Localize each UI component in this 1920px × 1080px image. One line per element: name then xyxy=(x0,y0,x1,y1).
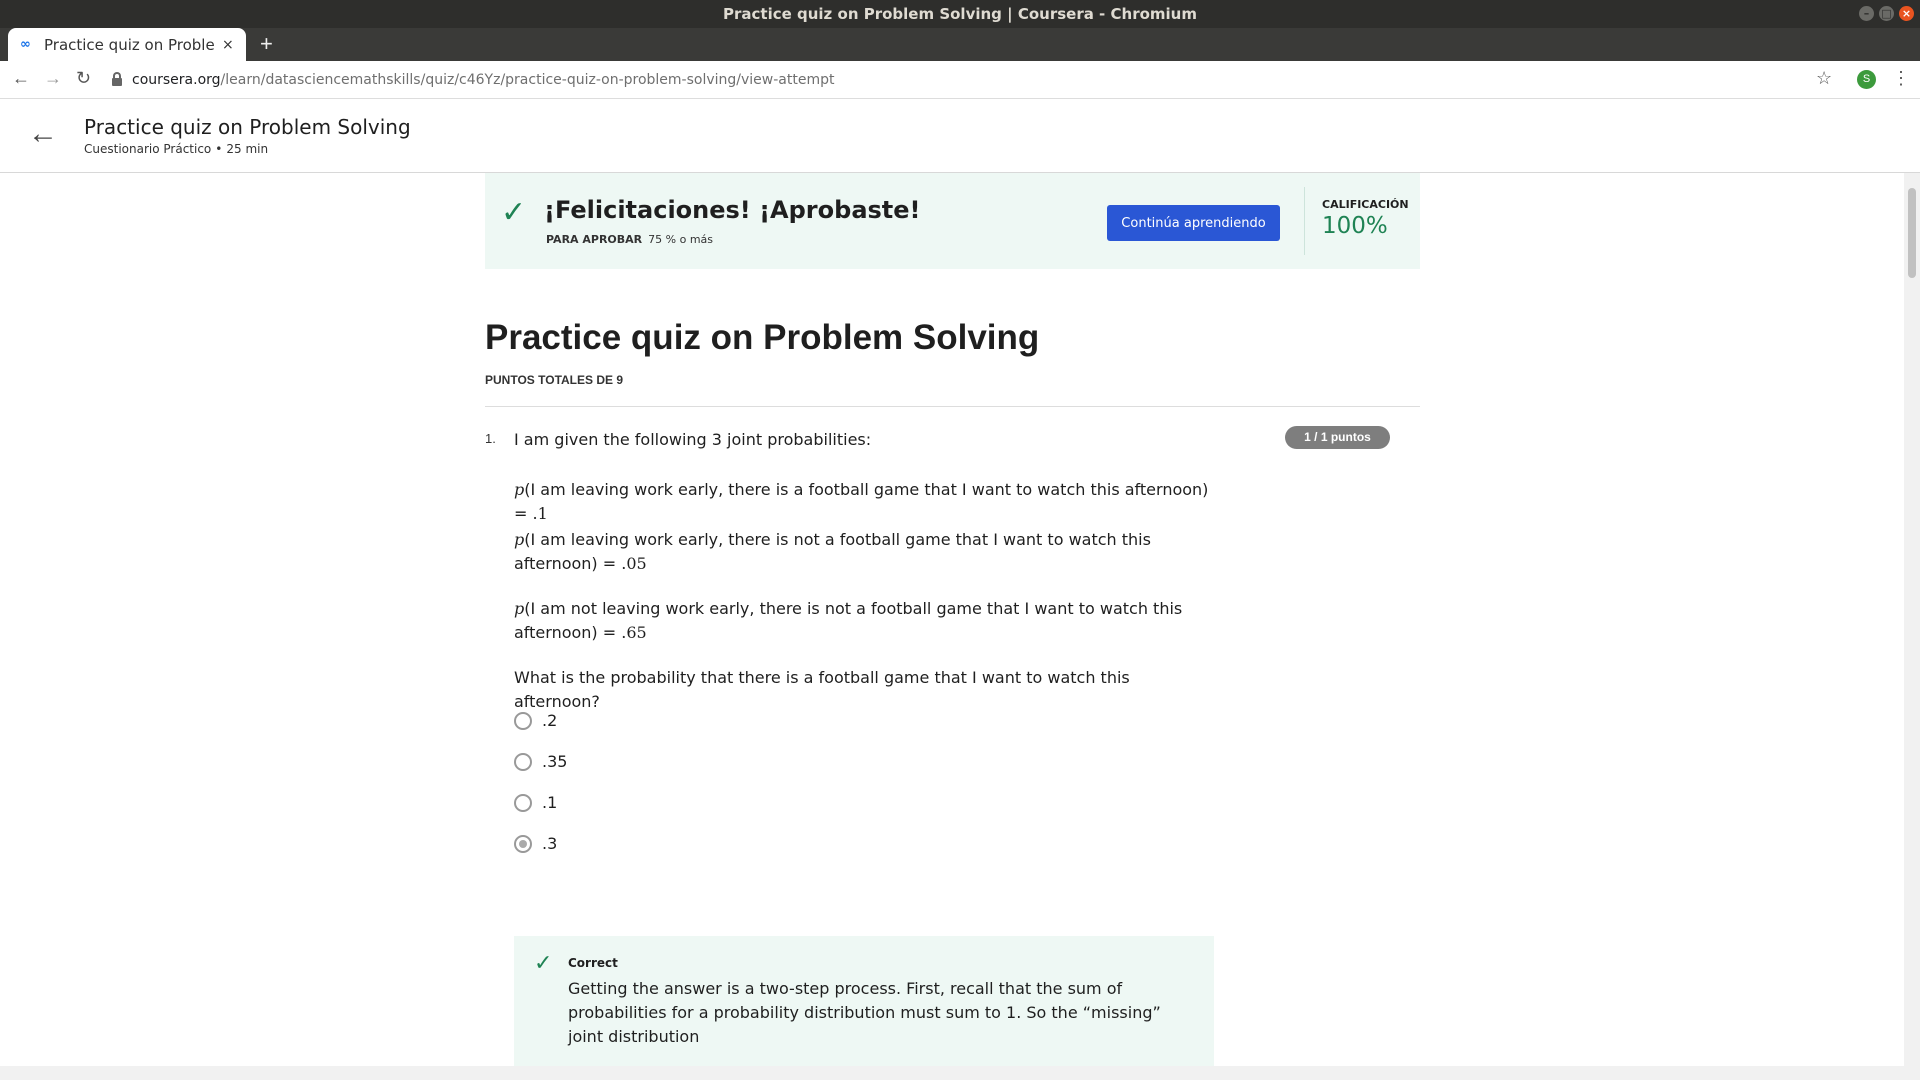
option-label: .1 xyxy=(542,793,558,812)
p-symbol: p xyxy=(514,480,525,499)
probability-statement: p(I am leaving work early, there is a fo… xyxy=(514,478,1214,526)
answer-option[interactable]: .35 xyxy=(514,752,567,771)
reload-icon[interactable]: ↻ xyxy=(76,68,91,89)
pass-label: PARA APROBAR xyxy=(546,233,643,246)
profile-avatar[interactable]: S xyxy=(1857,70,1876,89)
option-label: .35 xyxy=(542,752,568,771)
separator: • xyxy=(215,142,223,156)
url-domain: coursera.org xyxy=(132,71,221,88)
coursera-icon: ∞ xyxy=(20,37,31,52)
tab-strip: ∞ Practice quiz on Problem Solving | Cou… xyxy=(0,28,1920,61)
total-points: PUNTOS TOTALES DE 9 xyxy=(485,373,624,387)
horizontal-scrollbar[interactable] xyxy=(0,1066,1920,1080)
window-title: Practice quiz on Problem Solving | Cours… xyxy=(723,5,1197,23)
continue-learning-button[interactable]: Continúa aprendiendo xyxy=(1107,205,1280,241)
statement-value: .1 xyxy=(532,504,548,523)
feedback-text: Getting the answer is a two-step process… xyxy=(568,979,1161,1046)
radio-button-selected[interactable] xyxy=(514,834,532,853)
window-controls: – □ × xyxy=(1859,6,1914,21)
grade-label: CALIFICACIÓN xyxy=(1322,198,1409,211)
window-titlebar: Practice quiz on Problem Solving | Cours… xyxy=(0,0,1920,28)
pass-value: 75 % o más xyxy=(648,233,714,246)
probability-statement: p(I am not leaving work early, there is … xyxy=(514,597,1214,645)
feedback-box: ✓ Correct Getting the answer is a two-st… xyxy=(514,936,1214,1066)
answer-option-selected[interactable]: .3 xyxy=(514,834,557,853)
statement-text: (I am leaving work early, there is a foo… xyxy=(514,480,1209,523)
option-label: .3 xyxy=(542,834,558,853)
scrollbar-thumb[interactable] xyxy=(1908,188,1916,278)
lock-icon xyxy=(112,71,122,86)
main-content: ✓ ¡Felicitaciones! ¡Aprobaste! PARA APRO… xyxy=(0,173,1904,1066)
item-duration: 25 min xyxy=(226,142,269,156)
minimize-icon[interactable]: – xyxy=(1859,6,1874,21)
back-arrow-icon[interactable]: ← xyxy=(28,117,58,151)
option-label: .2 xyxy=(542,711,558,730)
divider xyxy=(485,406,1420,407)
question-prompt: What is the probability that there is a … xyxy=(514,668,1130,711)
result-heading: ¡Felicitaciones! ¡Aprobaste! xyxy=(544,196,921,224)
answer-option[interactable]: .1 xyxy=(514,793,557,812)
tab-close-icon[interactable]: × xyxy=(222,37,234,53)
tab-title: Practice quiz on Problem Solving | Cours… xyxy=(44,35,214,54)
close-icon[interactable]: × xyxy=(1899,6,1914,21)
radio-button[interactable] xyxy=(514,711,532,730)
grade-value: 100% xyxy=(1322,213,1388,239)
p-symbol: p xyxy=(514,599,525,618)
forward-icon[interactable]: → xyxy=(44,68,62,89)
browser-tab[interactable]: ∞ Practice quiz on Problem Solving | Cou… xyxy=(8,28,246,61)
check-icon: ✓ xyxy=(501,196,527,229)
radio-button[interactable] xyxy=(514,793,532,812)
points-badge: 1 / 1 puntos xyxy=(1285,426,1390,449)
browser-toolbar: ← → ↻ coursera.org/learn/datasciencemath… xyxy=(0,61,1920,99)
maximize-icon[interactable]: □ xyxy=(1879,6,1894,21)
feedback-label: Correct xyxy=(568,956,618,970)
header-subtitle: Cuestionario Práctico • 25 min xyxy=(84,142,272,156)
menu-kebab-icon[interactable]: ⋮ xyxy=(1892,68,1910,89)
new-tab-button[interactable]: + xyxy=(260,32,273,56)
pass-requirement: PARA APROBAR 75 % o más xyxy=(546,233,713,246)
p-symbol: p xyxy=(514,530,525,549)
result-banner: ✓ ¡Felicitaciones! ¡Aprobaste! PARA APRO… xyxy=(485,173,1420,269)
radio-button[interactable] xyxy=(514,752,532,771)
back-icon[interactable]: ← xyxy=(12,68,30,89)
probability-statement: p(I am leaving work early, there is not … xyxy=(514,528,1214,576)
address-bar[interactable]: coursera.org/learn/datasciencemathskills… xyxy=(112,66,1812,93)
header-title: Practice quiz on Problem Solving xyxy=(84,115,411,139)
quiz-header: ← Practice quiz on Problem Solving Cuest… xyxy=(0,99,1920,173)
question-number: 1. xyxy=(485,431,496,446)
statement-text: (I am leaving work early, there is not a… xyxy=(514,530,1151,573)
quiz-title: Practice quiz on Problem Solving xyxy=(485,318,1040,357)
statement-value: .65 xyxy=(621,623,647,642)
statement-value: .05 xyxy=(621,554,647,573)
statement-text: (I am not leaving work early, there is n… xyxy=(514,599,1183,642)
bookmark-star-icon[interactable]: ☆ xyxy=(1816,68,1832,89)
divider xyxy=(1304,187,1305,255)
item-type: Cuestionario Práctico xyxy=(84,142,212,156)
check-icon: ✓ xyxy=(534,950,553,975)
question-intro: I am given the following 3 joint probabi… xyxy=(514,430,872,449)
vertical-scrollbar[interactable] xyxy=(1904,173,1920,1066)
url-path: /learn/datasciencemathskills/quiz/c46Yz/… xyxy=(220,71,835,88)
answer-option[interactable]: .2 xyxy=(514,711,557,730)
